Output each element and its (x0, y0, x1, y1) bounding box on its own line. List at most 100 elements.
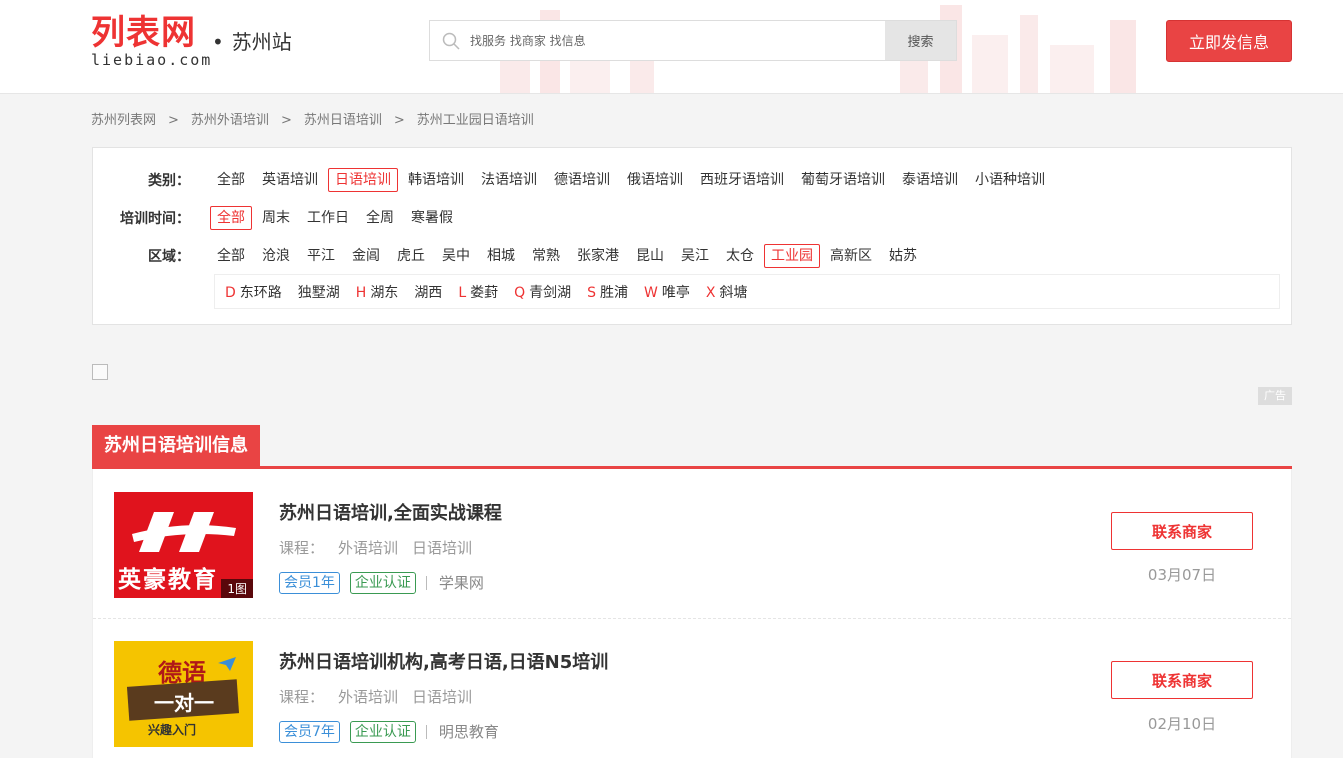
enterprise-cert-badge: 企业认证 (349, 572, 416, 594)
filter-option-category[interactable]: 韩语培训 (401, 168, 471, 192)
enterprise-cert-badge: 企业认证 (349, 721, 416, 743)
subregion-name: 青剑湖 (529, 284, 572, 301)
course-tag[interactable]: 外语培训 (338, 688, 398, 706)
course-label: 课程： (279, 539, 325, 557)
filter-option-region[interactable]: 全部 (210, 244, 252, 268)
thumbnail-sub-text: 兴趣入门 (148, 723, 197, 737)
subregion-name: 胜浦 (600, 284, 629, 301)
subregion-name: 湖东 (370, 284, 399, 301)
logo-domain: liebiao.com (91, 51, 213, 69)
filter-option-region[interactable]: 工业园 (764, 244, 820, 268)
header: 列表网 liebiao.com • 苏州站 搜索 立即发信息 (0, 0, 1343, 94)
filter-option-category[interactable]: 西班牙语培训 (693, 168, 791, 192)
filter-option-time[interactable]: 周末 (255, 206, 297, 230)
filter-option-category[interactable]: 法语培训 (474, 168, 544, 192)
filter-option-region[interactable]: 高新区 (823, 244, 879, 268)
breadcrumb-link[interactable]: 苏州工业园日语培训 (417, 113, 534, 128)
filter-option-region[interactable]: 常熟 (525, 244, 567, 268)
filter-option-category[interactable]: 德语培训 (547, 168, 617, 192)
listing-thumbnail[interactable]: 英豪教育 1图 (114, 492, 253, 598)
course-label: 课程： (279, 688, 325, 706)
breadcrumb-link[interactable]: 苏州日语培训 (304, 113, 382, 128)
listing-title[interactable]: 苏州日语培训机构,高考日语,日语N5培训 (279, 648, 608, 674)
contact-merchant-button[interactable]: 联系商家 (1111, 661, 1253, 699)
subregion-option[interactable]: S 胜浦 (587, 282, 628, 302)
listing-badges: 会员1年 企业认证 学果网 (279, 572, 484, 594)
subregion-letter: Q (514, 284, 526, 301)
filter-option-time[interactable]: 工作日 (300, 206, 356, 230)
listing-item[interactable]: 德语 一对一 兴趣入门 苏州日语培训机构,高考日语,日语N5培训 课程： 外语培训… (93, 619, 1291, 758)
listing-thumbnail[interactable]: 德语 一对一 兴趣入门 (114, 641, 253, 747)
listing-date: 02月10日 (1147, 715, 1217, 733)
filter-option-category[interactable]: 全部 (210, 168, 252, 192)
search-input[interactable] (470, 21, 880, 60)
broken-ad-image-icon[interactable] (92, 364, 108, 380)
filter-option-region[interactable]: 金阊 (345, 244, 387, 268)
filter-option-category[interactable]: 俄语培训 (620, 168, 690, 192)
listing-title[interactable]: 苏州日语培训,全面实战课程 (279, 499, 502, 525)
filter-option-category[interactable]: 日语培训 (328, 168, 398, 192)
filter-options: 全部 沧浪 平江 金阊 虎丘 吴中 相城 常熟 张家港 昆山 吴江 太仓 工业园 高新区 姑苏 (210, 244, 927, 268)
subregion-option[interactable]: 湖西 (414, 282, 442, 302)
subregion-option[interactable]: Q 青剑湖 (514, 282, 571, 302)
breadcrumb-link[interactable]: 苏州列表网 (91, 113, 156, 128)
listing-list: 英豪教育 1图 苏州日语培训,全面实战课程 课程： 外语培训 日语培训 会员1年 企… (92, 469, 1292, 758)
filter-option-region[interactable]: 沧浪 (255, 244, 297, 268)
city-switcher[interactable]: • 苏州站 (212, 30, 292, 54)
subregion-option[interactable]: X 斜塘 (706, 282, 748, 302)
company-name[interactable]: 明思教育 (425, 725, 499, 740)
filter-option-time[interactable]: 全部 (210, 206, 252, 230)
subregion-letter: L (458, 284, 467, 301)
filter-option-category[interactable]: 小语种培训 (968, 168, 1052, 192)
subregion-letter: X (705, 284, 716, 301)
subregion-letter: H (355, 284, 367, 301)
search-icon (442, 32, 460, 50)
filter-option-region[interactable]: 相城 (480, 244, 522, 268)
course-tag[interactable]: 外语培训 (338, 539, 398, 557)
post-info-button[interactable]: 立即发信息 (1166, 20, 1292, 62)
filter-option-region[interactable]: 姑苏 (882, 244, 924, 268)
filter-option-region[interactable]: 昆山 (629, 244, 671, 268)
breadcrumb-link[interactable]: 苏州外语培训 (191, 113, 269, 128)
filter-option-region[interactable]: 吴江 (674, 244, 716, 268)
filter-option-region[interactable]: 平江 (300, 244, 342, 268)
subregion-option[interactable]: 独墅湖 (298, 282, 340, 302)
thumbnail-sub-text: 一对一 (154, 691, 214, 715)
filter-label: 类别： (148, 173, 190, 189)
listing-date: 03月07日 (1147, 566, 1217, 584)
filter-option-time[interactable]: 全周 (359, 206, 401, 230)
course-tag[interactable]: 日语培训 (412, 688, 472, 706)
site-logo[interactable]: 列表网 liebiao.com (91, 13, 213, 69)
filter-options: 全部 周末 工作日 全周 寒暑假 (210, 206, 463, 230)
subregion-option[interactable]: L 娄葑 (458, 282, 498, 302)
breadcrumb-separator: > (393, 113, 405, 128)
city-name: 苏州站 (231, 30, 292, 54)
logo-text: 列表网 (91, 13, 196, 53)
listing-item[interactable]: 英豪教育 1图 苏州日语培训,全面实战课程 课程： 外语培训 日语培训 会员1年 企… (93, 469, 1291, 619)
listing-badges: 会员7年 企业认证 明思教育 (279, 721, 499, 743)
course-tag[interactable]: 日语培训 (412, 539, 472, 557)
filter-option-category[interactable]: 英语培训 (255, 168, 325, 192)
breadcrumb-separator: > (168, 113, 179, 128)
filter-option-region[interactable]: 吴中 (435, 244, 477, 268)
filter-option-region[interactable]: 张家港 (570, 244, 626, 268)
section-title: 苏州日语培训信息 (92, 425, 260, 467)
filter-option-time[interactable]: 寒暑假 (404, 206, 460, 230)
subregion-name: 湖西 (414, 284, 443, 301)
subregion-name: 东环路 (239, 284, 282, 301)
listing-course: 课程： 外语培训 日语培训 (279, 686, 486, 707)
city-dot: • (212, 30, 224, 54)
search-button[interactable]: 搜索 (885, 21, 956, 60)
contact-merchant-button[interactable]: 联系商家 (1111, 512, 1253, 550)
filter-option-region[interactable]: 太仓 (719, 244, 761, 268)
subregion-letter: W (644, 284, 658, 301)
image-count: 1图 (221, 579, 253, 598)
filter-option-category[interactable]: 葡萄牙语培训 (794, 168, 892, 192)
subregion-option[interactable]: H 湖东 (356, 282, 399, 302)
subregion-option[interactable]: W 唯亭 (644, 282, 690, 302)
company-name[interactable]: 学果网 (425, 576, 484, 591)
filter-option-region[interactable]: 虎丘 (390, 244, 432, 268)
subregion-option[interactable]: D 东环路 (225, 282, 282, 302)
filter-option-category[interactable]: 泰语培训 (895, 168, 965, 192)
subregion-name: 斜塘 (719, 284, 748, 301)
